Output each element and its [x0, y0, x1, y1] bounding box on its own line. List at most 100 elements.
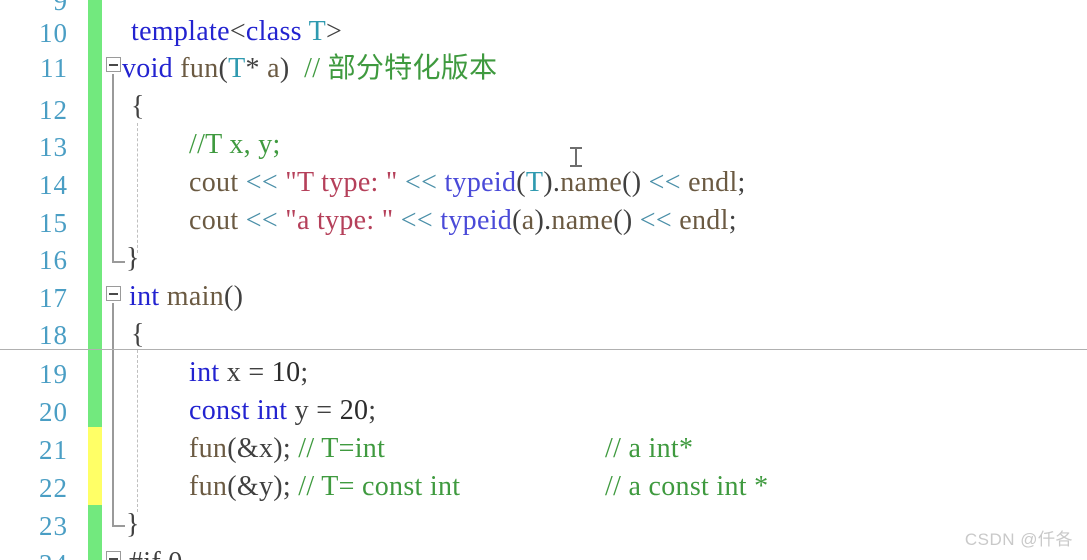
token-paren-l14-open: ( [516, 167, 526, 198]
outline-bracket-main-foot [112, 525, 125, 527]
line-number-13: 13 [39, 132, 68, 162]
token-number-10: 10 [271, 357, 301, 388]
line-number-18: 18 [39, 320, 68, 350]
line-number-24: 24 [39, 551, 68, 560]
collapse-toggle-main[interactable] [106, 286, 121, 301]
token-keyword-const-l20: const [189, 395, 250, 426]
token-paren-l14-closedot: ). [543, 167, 561, 198]
token-template-param-T: T [301, 16, 327, 47]
token-arg-a-l15: a [521, 205, 535, 236]
token-function-fun: fun [172, 53, 219, 84]
token-assign-l20: = [316, 395, 340, 426]
code-line-22[interactable]: fun(&y); // T= const int [189, 473, 460, 501]
token-name-call-l14: name [560, 167, 623, 198]
token-typeid-l15: typeid [440, 205, 513, 236]
code-line-11[interactable]: void fun(T* a) // 部分特化版本 [122, 55, 497, 83]
token-args-l21: (&x) [227, 433, 283, 464]
token-args-l22: (&y) [227, 471, 283, 502]
watermark: CSDN @仟各 [964, 530, 1073, 549]
code-line-12[interactable]: { [131, 93, 145, 121]
token-keyword-class: class [245, 16, 302, 47]
token-shift-l14-1: << [238, 167, 286, 198]
token-name-call-l15: name [551, 205, 614, 236]
code-line-21[interactable]: fun(&x); // T=int [189, 435, 385, 463]
collapse-toggle-ifzero[interactable] [106, 551, 121, 560]
token-assign-l19: = [248, 357, 272, 388]
token-type-T: T [228, 53, 246, 84]
token-comment-l11: // 部分特化版本 [289, 53, 498, 84]
token-paren-l15-open: ( [512, 205, 522, 236]
token-shift-l14-2: << [397, 167, 445, 198]
line-number-9: 9 [53, 0, 68, 16]
token-shift-l15-2: << [393, 205, 441, 236]
code-line-10[interactable]: template<class T> [131, 18, 342, 46]
outlining-column[interactable] [105, 0, 131, 560]
token-keyword-int-l17: int [129, 281, 160, 312]
token-call-fun-l22: fun [189, 471, 228, 502]
outline-bracket-main [112, 303, 114, 525]
code-line-24[interactable]: #if 0 [129, 549, 183, 560]
code-line-17[interactable]: int main() [129, 283, 243, 311]
collapse-toggle-fun[interactable] [106, 57, 121, 72]
token-semi-l14: ; [737, 167, 746, 198]
indent-guide-main [137, 350, 138, 512]
token-parens-l15: () [613, 205, 633, 236]
line-number-21: 21 [39, 435, 68, 465]
token-comment-l22: // T= const int [298, 471, 461, 502]
token-comment2-l22: // a const int * [605, 471, 769, 502]
horizontal-separator [0, 349, 1087, 350]
token-angle-close: > [326, 16, 343, 47]
token-keyword-int-l20: int [249, 395, 288, 426]
token-paren-open: ( [218, 53, 229, 84]
code-line-15[interactable]: cout << "a type: " << typeid(a).name() <… [189, 207, 737, 235]
code-line-21-comment2[interactable]: // a int* [605, 435, 693, 463]
line-number-14: 14 [39, 170, 68, 200]
token-brace-open-fun: { [131, 91, 145, 122]
outline-bracket-fun [112, 74, 114, 261]
token-brace-close-main: } [126, 509, 140, 540]
token-angle-open: < [229, 16, 246, 47]
line-number-17: 17 [39, 283, 68, 313]
token-var-x: x [219, 357, 249, 388]
token-string-l15: "a type: " [285, 205, 394, 236]
token-brace-open-main: { [131, 319, 145, 350]
change-bar-saved-upper [88, 0, 102, 427]
token-cout-l15: cout [189, 205, 239, 236]
line-number-11: 11 [40, 53, 68, 83]
token-directive-ifzero: #if 0 [129, 547, 183, 560]
outline-bracket-fun-foot [112, 261, 125, 263]
token-parens-main: () [223, 281, 244, 312]
code-line-22-comment2[interactable]: // a const int * [605, 473, 768, 501]
line-number-gutter: 9 10 11 12 13 14 15 16 17 18 19 20 21 22… [0, 0, 86, 560]
token-semi-l22: ; [282, 471, 299, 502]
code-line-14[interactable]: cout << "T type: " << typeid(T).name() <… [189, 169, 746, 197]
token-arg-T-l14: T [525, 167, 544, 198]
code-editor[interactable]: 9 10 11 12 13 14 15 16 17 18 19 20 21 22… [0, 0, 1087, 560]
token-comment2-l21: // a int* [605, 433, 694, 464]
code-line-13[interactable]: //T x, y; [189, 131, 281, 159]
code-line-20[interactable]: const int y = 20; [189, 397, 376, 425]
token-parens-l14: () [622, 167, 642, 198]
token-var-y: y [287, 395, 317, 426]
token-shift-l15-3: << [632, 205, 680, 236]
token-cout-l14: cout [189, 167, 239, 198]
code-line-16[interactable]: } [126, 245, 140, 273]
line-number-20: 20 [39, 397, 68, 427]
line-number-22: 22 [39, 473, 68, 503]
line-number-15: 15 [39, 208, 68, 238]
token-number-20: 20 [339, 395, 369, 426]
line-number-10: 10 [39, 18, 68, 48]
code-line-23[interactable]: } [126, 511, 140, 539]
code-line-18[interactable]: { [131, 321, 145, 349]
token-typeid-l14: typeid [444, 167, 517, 198]
token-shift-l14-3: << [641, 167, 689, 198]
line-number-16: 16 [39, 245, 68, 275]
line-number-19: 19 [39, 359, 68, 389]
token-string-l14: "T type: " [285, 167, 398, 198]
text-cursor-icon [569, 146, 583, 168]
token-endl-l15: endl [679, 205, 729, 236]
code-line-19[interactable]: int x = 10; [189, 359, 308, 387]
change-bar-unsaved [88, 427, 102, 505]
token-keyword-void: void [122, 53, 173, 84]
token-call-fun-l21: fun [189, 433, 228, 464]
